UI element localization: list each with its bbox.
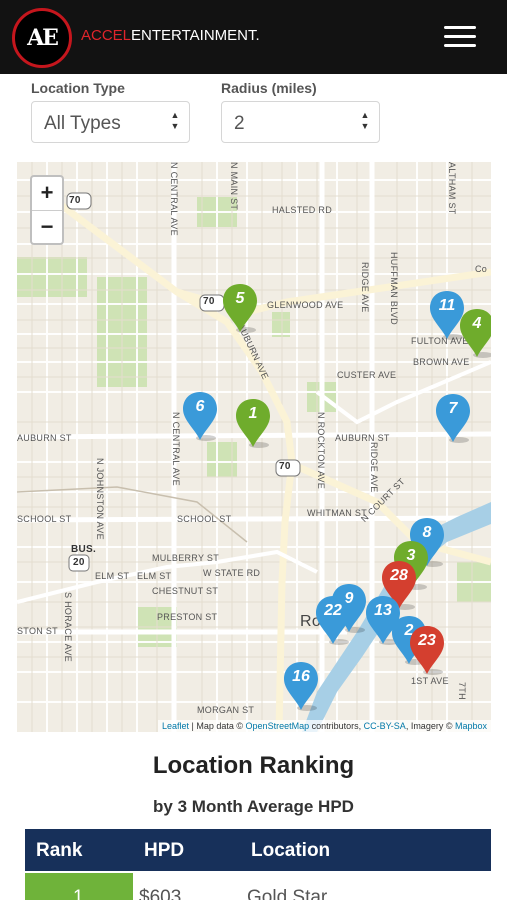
street-label: RIDGE AVE: [360, 262, 370, 313]
ranking-subtitle: by 3 Month Average HPD: [153, 797, 354, 816]
street-label: CUSTER AVE: [337, 370, 397, 380]
brand-accent: ACCEL: [81, 27, 132, 44]
street-label: 7TH: [457, 682, 467, 700]
column-header-location[interactable]: Location: [251, 840, 330, 862]
rank-value: 1: [73, 887, 84, 900]
marker-label: 5: [235, 290, 245, 307]
radius-select[interactable]: 2 ▲ ▼: [221, 101, 380, 143]
street-label: Co: [475, 264, 488, 274]
street-label: GLENWOOD AVE: [267, 300, 344, 310]
street-label: N JOHNSTON AVE: [95, 458, 105, 540]
location-type-label: Location Type: [31, 80, 125, 96]
radius-value: 2: [234, 113, 245, 134]
map-marker-1[interactable]: 1: [235, 397, 275, 449]
street-label: W STATE RD: [203, 568, 261, 578]
street-label: MORGAN ST: [197, 705, 255, 715]
marker-label: 1: [248, 405, 258, 422]
select-arrows-icon: ▲ ▼: [360, 110, 370, 131]
marker-label: 22: [324, 602, 342, 619]
street-label: AUBURN ST: [335, 433, 390, 443]
street-label: HUFFMAN BLVD: [389, 252, 399, 325]
map-marker-23[interactable]: 23: [409, 624, 449, 676]
street-label: 20: [73, 557, 85, 568]
street-label: AUBURN ST: [17, 433, 72, 443]
marker-label: 16: [292, 668, 310, 685]
street-label: ALTHAM ST: [447, 162, 457, 215]
street-label: SCHOOL ST: [17, 514, 72, 524]
column-header-rank[interactable]: Rank: [36, 840, 82, 862]
column-header-hpd[interactable]: HPD: [144, 840, 184, 862]
osm-link[interactable]: OpenStreetMap: [246, 721, 310, 731]
attribution-text: | Map data ©: [189, 721, 246, 731]
brand-name: ACCELENTERTAINMENT.: [81, 27, 260, 44]
zoom-in-button[interactable]: +: [32, 177, 62, 211]
street-label: PRESTON ST: [157, 612, 218, 622]
street-label: N CENTRAL AVE: [171, 412, 181, 486]
hpd-value: $603: [139, 887, 182, 900]
filter-bar: Location Type All Types ▲ ▼ Radius (miles…: [0, 74, 507, 162]
zoom-out-button[interactable]: −: [32, 211, 62, 244]
location-value: Gold Star: [247, 887, 328, 900]
location-map[interactable]: HALSTED RD N CENTRAL AVE N MAIN ST RIDGE AV…: [17, 162, 491, 732]
mapbox-link[interactable]: Mapbox: [455, 721, 487, 731]
attribution-text: , Imagery ©: [405, 721, 455, 731]
street-label: CHESTNUT ST: [152, 586, 219, 596]
street-label: 70: [69, 195, 81, 206]
map-attribution: Leaflet | Map data © OpenStreetMap contr…: [158, 720, 491, 732]
marker-label: 28: [390, 567, 408, 584]
ranking-table-header: Rank HPD Location: [25, 829, 491, 871]
street-label: N CENTRAL AVE: [169, 162, 179, 236]
map-marker-4[interactable]: 4: [459, 307, 491, 359]
attribution-text: contributors,: [309, 721, 364, 731]
location-type-value: All Types: [44, 113, 121, 134]
hamburger-icon[interactable]: [440, 22, 480, 52]
street-label: 70: [203, 296, 215, 307]
street-label: BUS.: [71, 544, 97, 555]
map-marker-5[interactable]: 5: [222, 282, 262, 334]
app-header: AE ACCELENTERTAINMENT.: [0, 0, 507, 74]
radius-label: Radius (miles): [221, 80, 317, 96]
marker-label: 4: [472, 315, 482, 332]
street-label: RIDGE AVE: [369, 442, 379, 493]
rank-cell: 1: [25, 873, 133, 900]
map-marker-6[interactable]: 6: [182, 390, 222, 442]
select-arrows-icon: ▲ ▼: [170, 110, 180, 131]
street-label: ELM ST: [95, 571, 130, 581]
street-label: N ROCKTON AVE: [316, 412, 326, 490]
logo-text: AE: [27, 25, 59, 51]
location-type-select[interactable]: All Types ▲ ▼: [31, 101, 190, 143]
leaflet-link[interactable]: Leaflet: [162, 721, 189, 731]
brand-mark: .: [255, 27, 260, 44]
marker-label: 6: [195, 398, 205, 415]
street-label: HALSTED RD: [272, 205, 333, 215]
brand-rest: ENTERTAINMENT: [131, 27, 256, 44]
street-label: SCHOOL ST: [177, 514, 232, 524]
license-link[interactable]: CC-BY-SA: [364, 721, 406, 731]
marker-label: 7: [448, 400, 458, 417]
map-marker-16[interactable]: 16: [283, 660, 323, 712]
street-label: N MAIN ST: [229, 162, 239, 211]
street-label: STON ST: [17, 626, 58, 636]
ranking-title: Location Ranking: [152, 752, 355, 779]
street-label: S HORACE AVE: [63, 592, 73, 662]
accel-logo[interactable]: AE: [12, 8, 72, 68]
street-label: ELM ST: [137, 571, 172, 581]
table-row[interactable]: 1 $603 Gold Star: [25, 873, 491, 900]
street-label: 70: [279, 461, 291, 472]
street-label: MULBERRY ST: [152, 553, 219, 563]
street-label: 1ST AVE: [411, 676, 449, 686]
marker-label: 23: [418, 632, 436, 649]
map-marker-7[interactable]: 7: [435, 392, 475, 444]
zoom-control: + −: [30, 175, 64, 245]
map-marker-22[interactable]: 22: [315, 594, 355, 646]
